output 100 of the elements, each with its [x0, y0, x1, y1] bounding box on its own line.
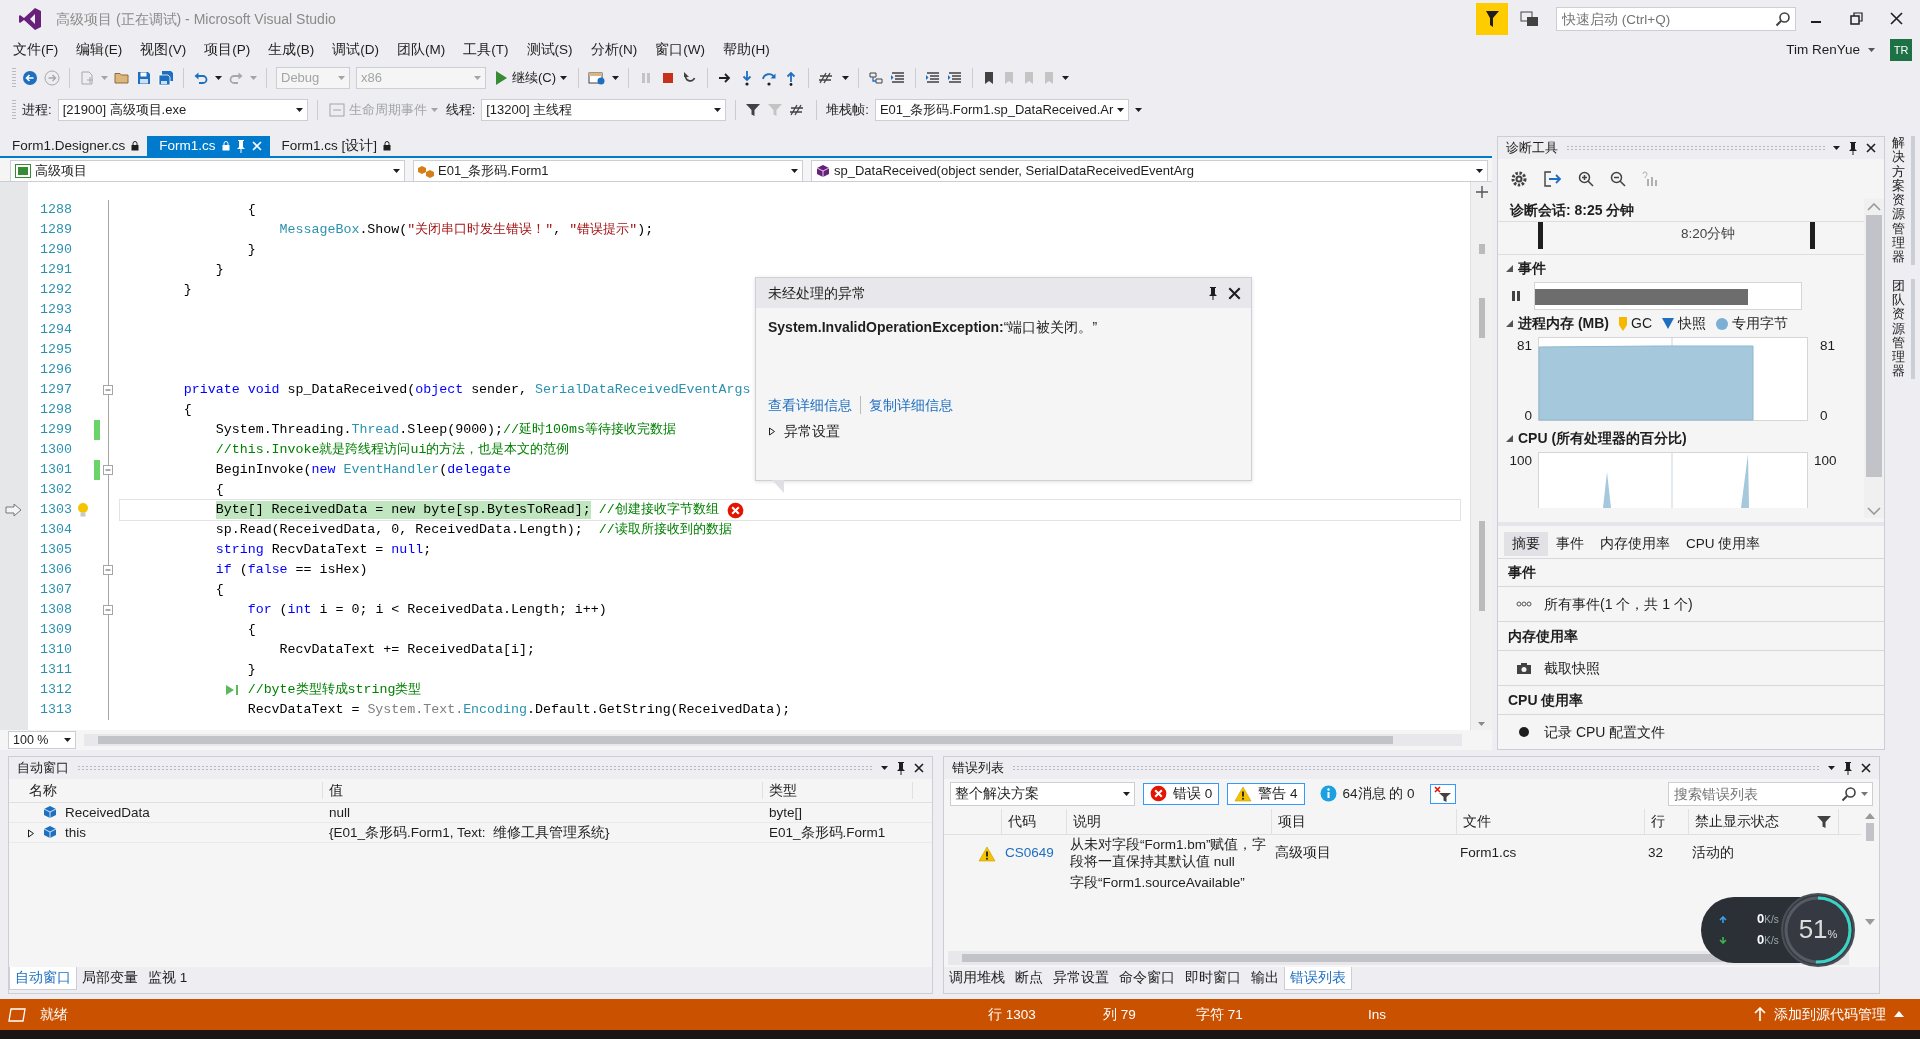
- notification-button[interactable]: [1476, 3, 1508, 35]
- document-tab[interactable]: Form1.cs [设计]: [269, 136, 400, 156]
- thread-dropdown[interactable]: [13200] 主线程: [481, 99, 727, 121]
- panel-tab[interactable]: 命令窗口: [1114, 967, 1180, 989]
- diagnostics-scrollbar[interactable]: [1864, 198, 1884, 518]
- source-control-button[interactable]: 添加到源代码管理: [1748, 1004, 1910, 1025]
- menu-item[interactable]: 帮助(H): [714, 39, 779, 61]
- thread-icon[interactable]: [868, 70, 885, 86]
- type-dropdown[interactable]: E01_条形码.Form1: [413, 160, 803, 182]
- close-icon[interactable]: [1866, 142, 1876, 153]
- outdent-icon[interactable]: [947, 70, 964, 86]
- member-dropdown[interactable]: sp_DataReceived(object sender, SerialDataReceivedEventArg: [811, 160, 1488, 182]
- expand-icon[interactable]: [27, 828, 35, 838]
- menu-item[interactable]: 分析(N): [581, 39, 647, 61]
- range-marker[interactable]: [1810, 222, 1815, 249]
- diagnostics-tab[interactable]: 摘要: [1504, 531, 1548, 556]
- close-icon[interactable]: [914, 763, 924, 773]
- caret-icon: [474, 76, 481, 80]
- legend-label: 快照: [1678, 314, 1706, 333]
- panel-tab[interactable]: 自动窗口: [9, 967, 77, 990]
- zoom-in-icon[interactable]: [1578, 170, 1594, 187]
- range-marker[interactable]: [1538, 222, 1543, 249]
- scroll-thumb[interactable]: [1866, 214, 1882, 477]
- menu-item[interactable]: 测试(S): [517, 39, 582, 61]
- summary-action[interactable]: 所有事件(1 个，共 1 个): [1498, 587, 1884, 622]
- side-panel-tab[interactable]: 团队资源管理器: [1889, 278, 1915, 379]
- filter-toggle[interactable]: 64消息 的 0: [1312, 783, 1422, 805]
- panel-tab[interactable]: 监视 1: [143, 967, 193, 989]
- pin-icon[interactable]: [1843, 761, 1853, 775]
- undo-icon[interactable]: [193, 70, 209, 86]
- filter-icon[interactable]: [1816, 813, 1832, 830]
- summary-action[interactable]: 截取快照: [1498, 651, 1884, 686]
- panel-tab[interactable]: 即时窗口: [1180, 967, 1246, 989]
- project-dropdown[interactable]: 高级项目: [10, 160, 405, 182]
- settings-icon[interactable]: [1510, 169, 1528, 188]
- close-icon[interactable]: [1861, 763, 1871, 773]
- filter-icon[interactable]: [745, 102, 762, 118]
- indent-icon[interactable]: [925, 70, 942, 86]
- error-icon: [1150, 785, 1167, 803]
- panel-tab[interactable]: 局部变量: [77, 967, 143, 989]
- pin-icon[interactable]: [1848, 140, 1858, 155]
- continue-button[interactable]: 继续(C): [492, 69, 570, 87]
- summary-action[interactable]: 记录 CPU 配置文件: [1498, 715, 1884, 749]
- process-dropdown[interactable]: [21900] 高级项目.exe: [57, 99, 308, 121]
- diagnostics-tab[interactable]: 内存使用率: [1592, 531, 1678, 556]
- close-icon[interactable]: [1228, 286, 1241, 300]
- side-panel-tab[interactable]: 解决方案资源管理器: [1889, 136, 1915, 265]
- error-code-link[interactable]: CS0649: [1005, 845, 1054, 861]
- diagnostics-tab[interactable]: 事件: [1548, 531, 1592, 556]
- user-account-menu[interactable]: Tim RenYue: [1777, 39, 1884, 61]
- expanded-icon[interactable]: [1506, 434, 1514, 443]
- collapsed-icon[interactable]: [768, 426, 776, 436]
- search-icon[interactable]: [1775, 11, 1791, 27]
- panel-tab[interactable]: 输出: [1246, 967, 1284, 989]
- exception-settings-toggle[interactable]: 异常设置: [756, 418, 1251, 445]
- document-tab[interactable]: Form1.Designer.cs: [0, 136, 148, 156]
- step-over-icon[interactable]: [761, 70, 778, 86]
- search-field[interactable]: 搜索错误列表: [1668, 782, 1873, 806]
- clear-filter-button[interactable]: [1429, 784, 1456, 804]
- zoom-dropdown[interactable]: 100 %: [8, 731, 76, 749]
- panel-tab[interactable]: 断点: [1010, 967, 1048, 989]
- menu-item[interactable]: 团队(M): [388, 39, 455, 61]
- details-link[interactable]: 查看详细信息: [768, 396, 852, 415]
- back-icon[interactable]: [22, 70, 38, 86]
- folder-icon[interactable]: [114, 70, 130, 86]
- pin-icon[interactable]: [1208, 286, 1218, 300]
- filter-toggle[interactable]: 警告 4: [1227, 783, 1305, 805]
- panel-tab[interactable]: 异常设置: [1048, 967, 1114, 989]
- panel-tab[interactable]: 错误列表: [1284, 967, 1352, 990]
- menu-item[interactable]: 工具(T): [454, 39, 518, 61]
- menu-item[interactable]: 生成(B): [259, 39, 324, 61]
- scope-dropdown[interactable]: 整个解决方案: [950, 782, 1135, 806]
- menu-item[interactable]: 视图(V): [131, 39, 196, 61]
- zoom-out-icon[interactable]: [1610, 170, 1626, 187]
- menu-item[interactable]: 窗口(W): [646, 39, 714, 61]
- menu-item[interactable]: 文件(F): [4, 39, 68, 61]
- scroll-thumb[interactable]: [1866, 823, 1874, 841]
- search-icon[interactable]: [1841, 786, 1857, 802]
- expanded-icon[interactable]: [1506, 319, 1514, 328]
- filter-toggle[interactable]: 错误 0: [1143, 783, 1220, 805]
- menu-item[interactable]: 调试(D): [323, 39, 388, 61]
- export-icon[interactable]: [1544, 170, 1562, 187]
- caret-icon: [64, 738, 71, 742]
- code-text: );: [637, 221, 654, 239]
- stack-frame-dropdown[interactable]: E01_条形码.Form1.sp_DataReceived.Ar: [874, 99, 1130, 121]
- vertical-scrollbar[interactable]: [1470, 182, 1492, 730]
- details-link[interactable]: 复制详细信息: [869, 396, 953, 415]
- save-all-icon[interactable]: [158, 70, 174, 86]
- panel-tab[interactable]: 调用堆栈: [944, 967, 1010, 989]
- diagnostics-tab[interactable]: CPU 使用率: [1678, 531, 1769, 556]
- menu-item[interactable]: 项目(P): [195, 39, 260, 61]
- pin-icon[interactable]: [896, 761, 906, 775]
- horizontal-scrollbar[interactable]: [84, 734, 1462, 746]
- expanded-icon[interactable]: [1506, 264, 1514, 273]
- caret-icon: [338, 76, 345, 80]
- user-avatar[interactable]: TR: [1890, 39, 1912, 61]
- menu-item[interactable]: 编辑(E): [67, 39, 132, 61]
- quick-launch-field[interactable]: 快速启动 (Ctrl+Q): [1556, 7, 1796, 31]
- window-icon[interactable]: [588, 70, 607, 86]
- save-icon[interactable]: [136, 70, 152, 86]
